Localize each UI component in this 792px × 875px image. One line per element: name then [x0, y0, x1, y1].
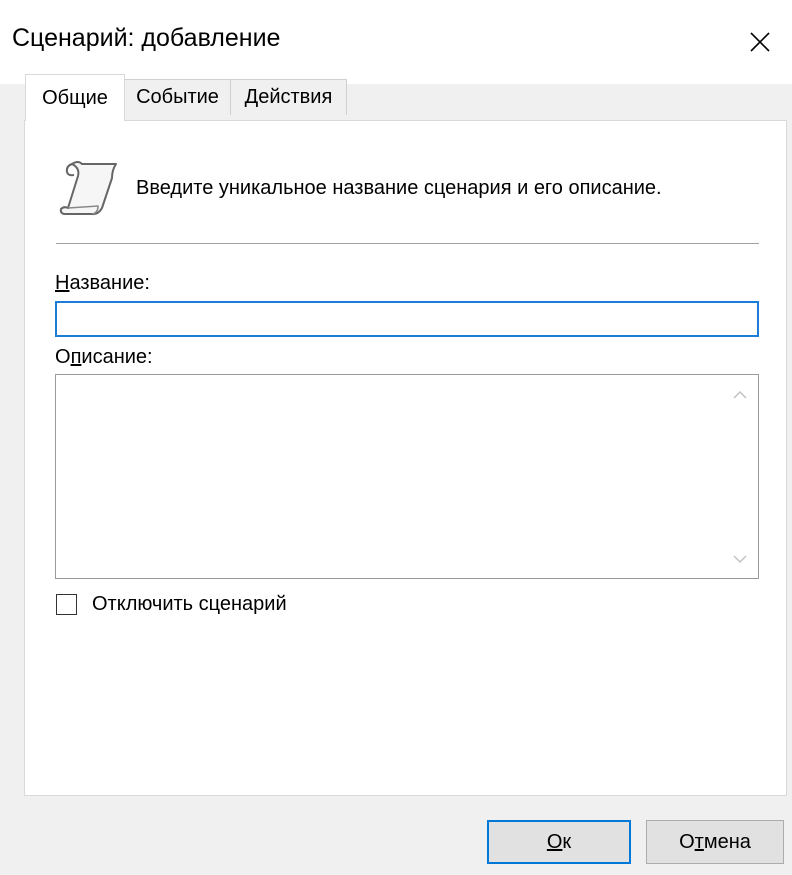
chevron-up-icon[interactable]: [729, 384, 751, 406]
scroll-icon: [59, 161, 117, 216]
close-button[interactable]: [728, 0, 792, 84]
chevron-down-icon[interactable]: [729, 548, 751, 570]
window-title: Сценарий: добавление: [12, 24, 281, 52]
tab-event[interactable]: Событие: [124, 79, 231, 115]
intro-text: Введите уникальное название сценария и е…: [136, 177, 662, 199]
desc-label-first: О: [55, 346, 71, 368]
disable-scenario-checkbox[interactable]: [56, 594, 77, 615]
description-label: Описание:: [55, 346, 153, 369]
divider: [56, 243, 759, 244]
cancel-label-rest: мена: [703, 830, 751, 853]
name-label-accel: Н: [55, 272, 70, 294]
ok-label-rest: к: [562, 830, 572, 853]
name-label-rest: азвание:: [69, 272, 150, 294]
description-textarea[interactable]: [55, 374, 759, 579]
tab-general[interactable]: Общие: [25, 74, 125, 121]
ok-label-accel: О: [546, 830, 563, 853]
ok-button[interactable]: Ок: [487, 820, 631, 864]
desc-label-accel: п: [70, 346, 82, 368]
cancel-label-accel: т: [694, 830, 704, 853]
dialog-window: Сценарий: добавление Общие Событие Дейст…: [0, 0, 792, 875]
close-icon: [750, 32, 770, 52]
name-label: Название:: [55, 272, 150, 295]
disable-scenario-label[interactable]: Отключить сценарий: [92, 593, 287, 616]
description-scrollbar[interactable]: [723, 376, 757, 577]
cancel-button[interactable]: От мена: [646, 820, 784, 864]
title-bar: Сценарий: добавление: [0, 0, 792, 84]
tab-actions[interactable]: Действия: [230, 79, 347, 115]
tab-event-label: Событие: [136, 86, 219, 108]
desc-label-rest: исание:: [81, 346, 153, 368]
tab-actions-label: Действия: [244, 86, 333, 108]
cancel-label-first: О: [679, 830, 695, 853]
tab-general-label: Общие: [42, 86, 108, 109]
name-input[interactable]: [55, 301, 759, 337]
